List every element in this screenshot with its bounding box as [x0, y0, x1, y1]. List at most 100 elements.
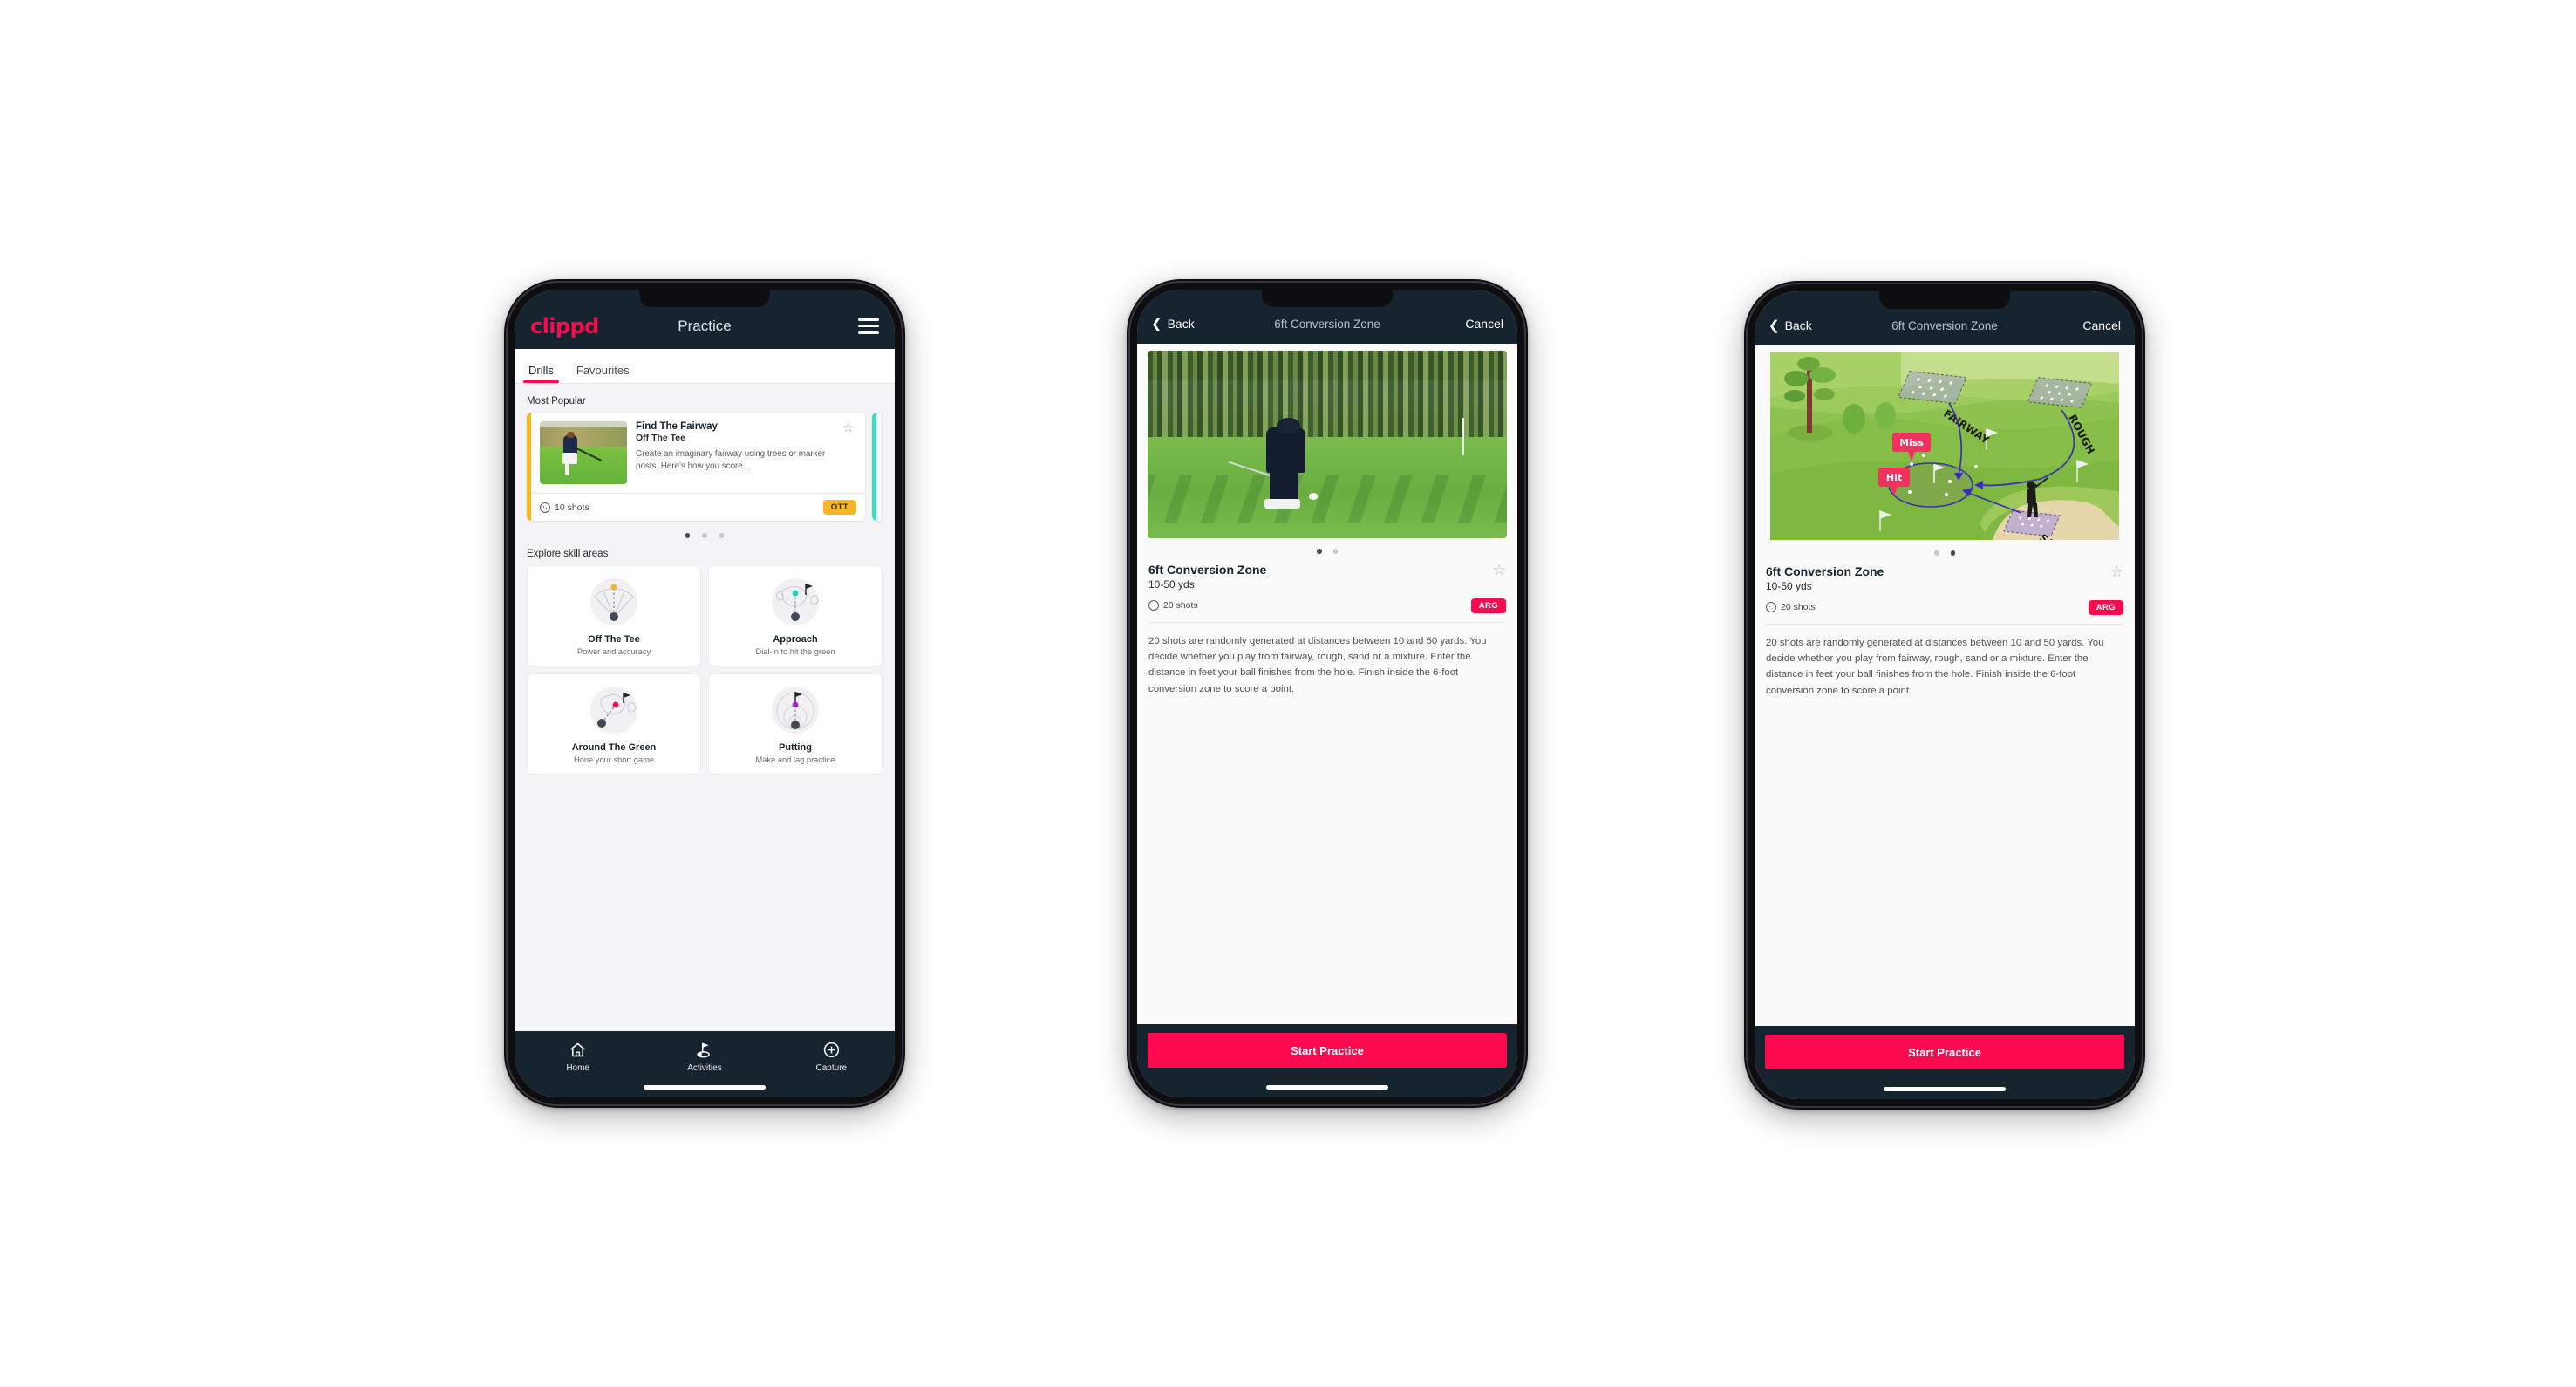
skill-card-approach[interactable]: Approach Dial-in to hit the green	[708, 564, 883, 666]
phone-notch	[1262, 290, 1393, 307]
phone-mockup-drill-detail-diagram: ❮ Back 6ft Conversion Zone Cancel FAIRWA…	[1744, 281, 2145, 1110]
carousel-dot-3[interactable]	[719, 533, 725, 538]
back-button[interactable]: ❮ Back	[1768, 318, 1812, 332]
skill-card-off-the-tee[interactable]: Off The Tee Power and accuracy	[527, 564, 701, 666]
skill-badge-ott: OTT	[822, 500, 856, 515]
back-label: Back	[1167, 317, 1195, 331]
drill-meta-stats: 20 shots ARG	[1148, 598, 1506, 613]
skill-card-around-the-green[interactable]: Around The Green Hone your short game	[527, 673, 701, 775]
chevron-left-icon: ❮	[1768, 318, 1780, 333]
clippd-logo[interactable]: clippd	[530, 314, 599, 338]
skill-areas-grid: Off The Tee Power and accuracy Approach …	[527, 564, 883, 775]
star-outline-icon[interactable]: ☆	[842, 421, 856, 484]
drill-meta-header: 6ft Conversion Zone 10-50 yds ☆	[1148, 563, 1506, 591]
hero-pagination[interactable]	[1755, 550, 2135, 556]
tab-strip: Drills Favourites	[515, 349, 895, 384]
screenshot-canvas: clippd Practice Drills Favourites Most P…	[0, 0, 2576, 1387]
tab-drills[interactable]: Drills	[523, 364, 559, 383]
phone3-screen: ❮ Back 6ft Conversion Zone Cancel FAIRWA…	[1755, 291, 2135, 1099]
drill-meta: 6ft Conversion Zone 10-50 yds ☆ 20 shots…	[1755, 564, 2135, 615]
golf-swing-photo	[1148, 351, 1507, 538]
detail-body: FAIRWAY ROUGH Miss Hit 6ft Conversion Zo…	[1755, 345, 2135, 1026]
skill-badge-arg: ARG	[2088, 599, 2123, 615]
drill-card-footer: 10 shots OTT	[531, 493, 865, 521]
star-outline-icon[interactable]: ☆	[2110, 564, 2123, 579]
section-explore-title: Explore skill areas	[527, 548, 609, 559]
drill-card-next-peek[interactable]	[872, 413, 881, 521]
hero-dot-2[interactable]	[1950, 550, 1955, 556]
drill-description: 20 shots are randomly generated at dista…	[1148, 635, 1487, 694]
home-indicator	[644, 1085, 766, 1090]
plus-circle-icon	[823, 1042, 839, 1058]
drill-card-top: Find The Fairway Off The Tee Create an i…	[531, 413, 865, 493]
hero-dot-2[interactable]	[1332, 549, 1338, 554]
phone2-screen: ❮ Back 6ft Conversion Zone Cancel 6ft Co…	[1137, 290, 1517, 1097]
tabbar-label: Capture	[815, 1063, 848, 1073]
golf-ball-icon	[1766, 602, 1776, 612]
phone-notch	[1879, 291, 2010, 309]
tabbar-item-activities[interactable]: Activities	[667, 1041, 742, 1073]
drill-shots: 10 shots	[540, 502, 589, 513]
drill-shots: 20 shots	[1766, 602, 1816, 612]
skill-desc: Make and lag practice	[755, 755, 835, 764]
drill-card[interactable]: Find The Fairway Off The Tee Create an i…	[527, 413, 865, 521]
hero-dot-1[interactable]	[1934, 550, 1939, 556]
drill-carousel[interactable]: Find The Fairway Off The Tee Create an i…	[527, 413, 883, 521]
hamburger-menu-icon[interactable]	[858, 318, 879, 334]
putting-rings-icon	[714, 683, 876, 741]
carousel-pagination[interactable]	[527, 533, 883, 538]
golf-ball-icon	[540, 502, 550, 513]
golf-ball-icon	[1148, 600, 1159, 611]
drill-detail-title: 6ft Conversion Zone	[1148, 562, 1267, 577]
skill-desc: Dial-in to hit the green	[755, 646, 835, 656]
hero-media[interactable]	[1148, 351, 1507, 538]
tab-favourites[interactable]: Favourites	[575, 364, 631, 383]
phone-mockup-drill-detail-photo: ❮ Back 6ft Conversion Zone Cancel 6ft Co…	[1127, 279, 1528, 1108]
hero-media[interactable]: FAIRWAY ROUGH Miss Hit	[1765, 352, 2124, 540]
back-button[interactable]: ❮ Back	[1151, 317, 1195, 331]
drill-thumbnail	[540, 421, 627, 484]
tabbar-item-capture[interactable]: Capture	[794, 1041, 869, 1073]
start-practice-button[interactable]: Start Practice	[1148, 1033, 1507, 1068]
drill-detail-title: 6ft Conversion Zone	[1766, 564, 1884, 578]
skill-name: Approach	[773, 633, 818, 645]
skill-name: Off The Tee	[588, 633, 640, 645]
drill-meta-header: 6ft Conversion Zone 10-50 yds ☆	[1766, 564, 2123, 592]
chip-green-icon	[533, 683, 695, 741]
star-outline-icon[interactable]: ☆	[1493, 563, 1506, 577]
hero-dot-1[interactable]	[1317, 549, 1322, 554]
drill-shots-label: 20 shots	[1781, 602, 1816, 612]
phone-mockup-practice-list: clippd Practice Drills Favourites Most P…	[504, 279, 905, 1108]
phone1-screen: clippd Practice Drills Favourites Most P…	[515, 290, 895, 1097]
carousel-dot-2[interactable]	[702, 533, 707, 538]
tabbar-item-home[interactable]: Home	[541, 1041, 616, 1073]
detail-body: 6ft Conversion Zone 10-50 yds ☆ 20 shots…	[1137, 344, 1517, 1024]
tabbar-label: Activities	[687, 1063, 722, 1073]
drill-shots-label: 20 shots	[1163, 600, 1198, 611]
skill-desc: Power and accuracy	[576, 646, 651, 656]
svg-text:Miss: Miss	[1899, 437, 1924, 448]
section-most-popular-title: Most Popular	[527, 396, 586, 407]
cancel-button[interactable]: Cancel	[2082, 318, 2121, 332]
skill-card-putting[interactable]: Putting Make and lag practice	[708, 673, 883, 775]
skill-name: Putting	[779, 741, 812, 753]
approach-green-icon	[714, 575, 876, 632]
drill-info: Find The Fairway Off The Tee Create an i…	[636, 421, 834, 484]
tee-fan-icon	[533, 575, 695, 632]
drill-description: 20 shots are randomly generated at dista…	[1766, 637, 2104, 696]
carousel-dot-1[interactable]	[685, 533, 691, 538]
skill-name: Around The Green	[571, 741, 657, 753]
phone-notch	[639, 290, 770, 307]
drill-meta: 6ft Conversion Zone 10-50 yds ☆ 20 shots…	[1137, 563, 1517, 613]
practice-content: Most Popular Find The Fairway Off The Te…	[515, 384, 895, 1031]
drill-title: Find The Fairway	[636, 421, 718, 432]
cancel-button[interactable]: Cancel	[1465, 317, 1503, 331]
drill-meta-stats: 20 shots ARG	[1766, 599, 2123, 615]
svg-text:Hit: Hit	[1886, 472, 1902, 483]
home-icon	[570, 1042, 585, 1057]
hero-pagination[interactable]	[1137, 549, 1517, 554]
course-diagram: FAIRWAY ROUGH Miss Hit	[1770, 352, 2119, 540]
tabbar-label: Home	[566, 1063, 589, 1073]
start-practice-button[interactable]: Start Practice	[1765, 1035, 2124, 1069]
drill-shots-label: 10 shots	[555, 502, 589, 513]
